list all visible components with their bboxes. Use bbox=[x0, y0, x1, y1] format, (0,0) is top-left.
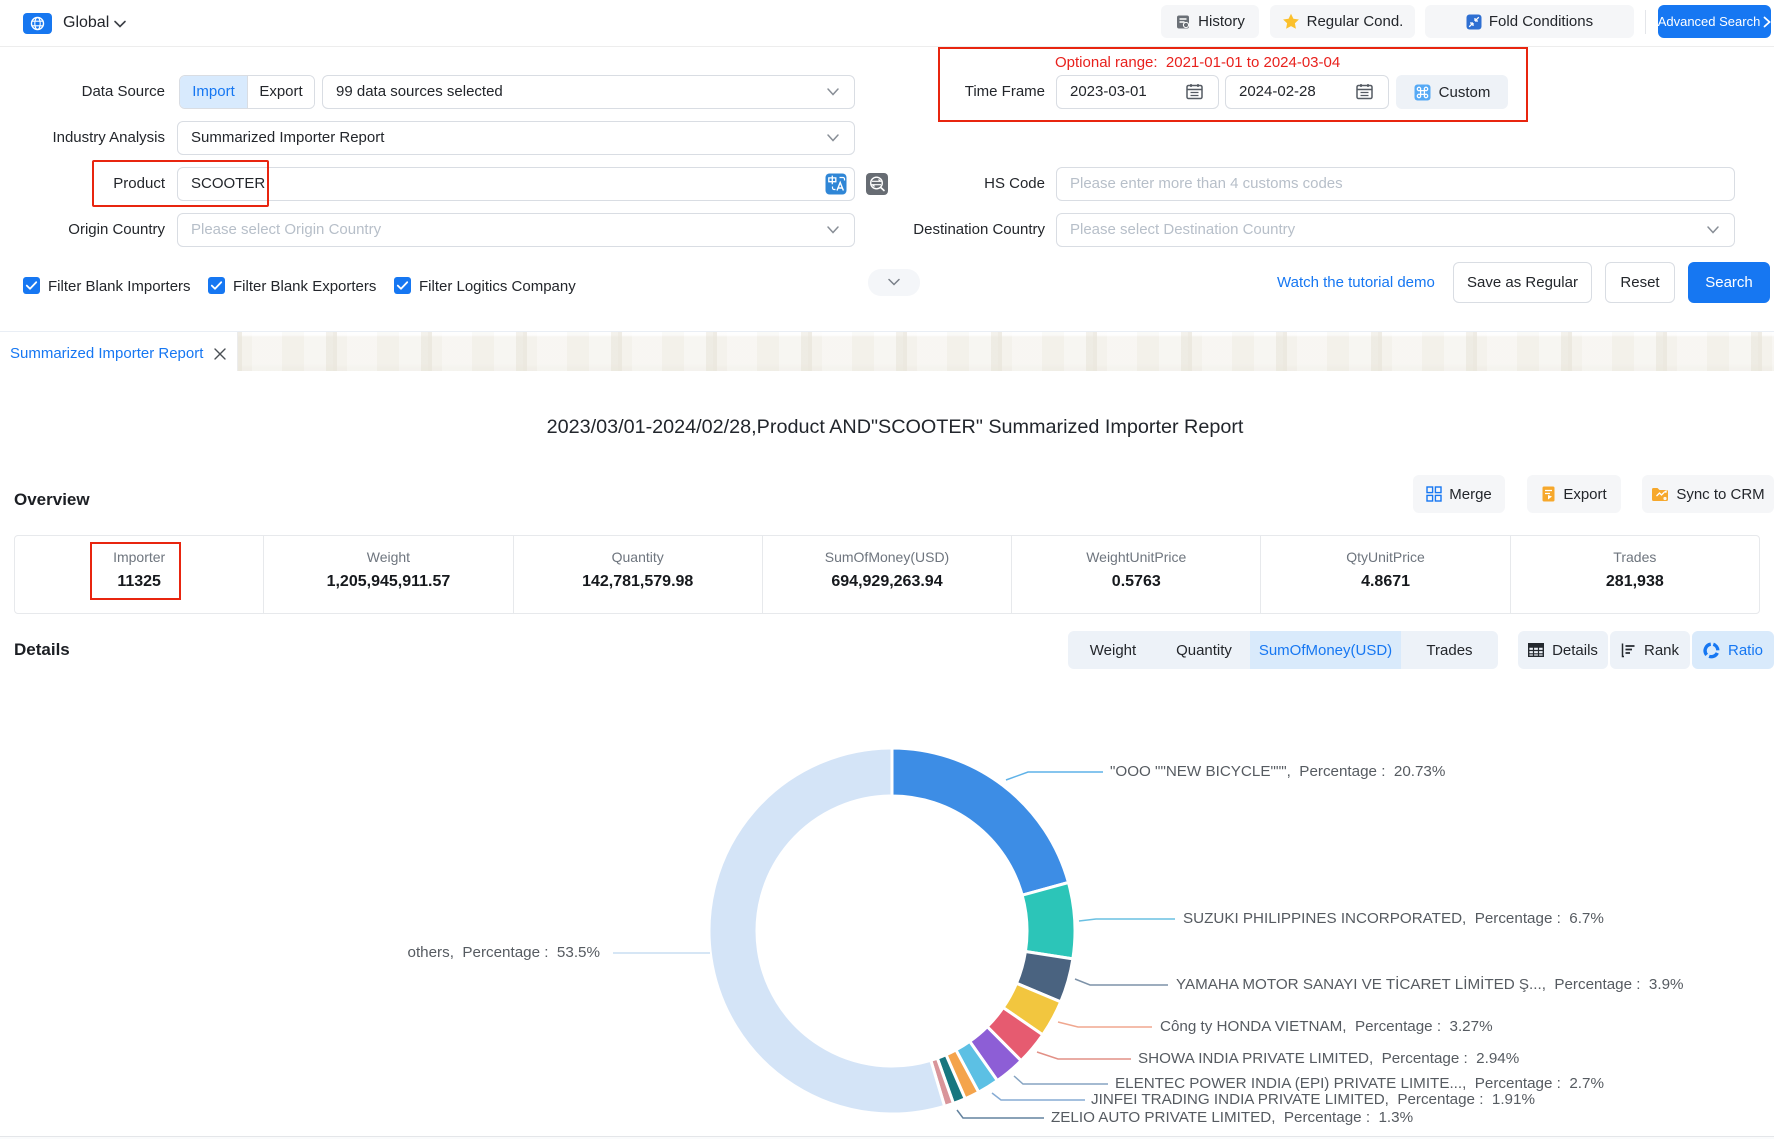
svg-text:YAMAHA MOTOR SANAYI VE TİCARET: YAMAHA MOTOR SANAYI VE TİCARET LİMİTED Ş… bbox=[1176, 975, 1684, 993]
svg-text:ELENTEC POWER INDIA (EPI) PRIV: ELENTEC POWER INDIA (EPI) PRIVATE LIMITE… bbox=[1115, 1075, 1604, 1092]
svg-text:SUZUKI PHILIPPINES INCORPORATE: SUZUKI PHILIPPINES INCORPORATED, Percent… bbox=[1183, 910, 1604, 927]
svg-text:ZELIO AUTO PRIVATE LIMITED, P: ZELIO AUTO PRIVATE LIMITED, Percentage :… bbox=[1051, 1109, 1413, 1126]
svg-text:JINFEI TRADING INDIA PRIVATE L: JINFEI TRADING INDIA PRIVATE LIMITED, Pe… bbox=[1091, 1091, 1535, 1108]
svg-text:others, Percentage : 53.5%: others, Percentage : 53.5% bbox=[408, 944, 601, 961]
svg-text:Công ty HONDA VIETNAM, Percen: Công ty HONDA VIETNAM, Percentage : 3.27… bbox=[1160, 1018, 1493, 1035]
svg-text:SHOWA INDIA PRIVATE LIMITED,: SHOWA INDIA PRIVATE LIMITED, Percentage … bbox=[1138, 1050, 1519, 1067]
svg-text:"OOO ""NEW BICYCLE""", Percen: "OOO ""NEW BICYCLE""", Percentage : 20.7… bbox=[1110, 763, 1445, 780]
